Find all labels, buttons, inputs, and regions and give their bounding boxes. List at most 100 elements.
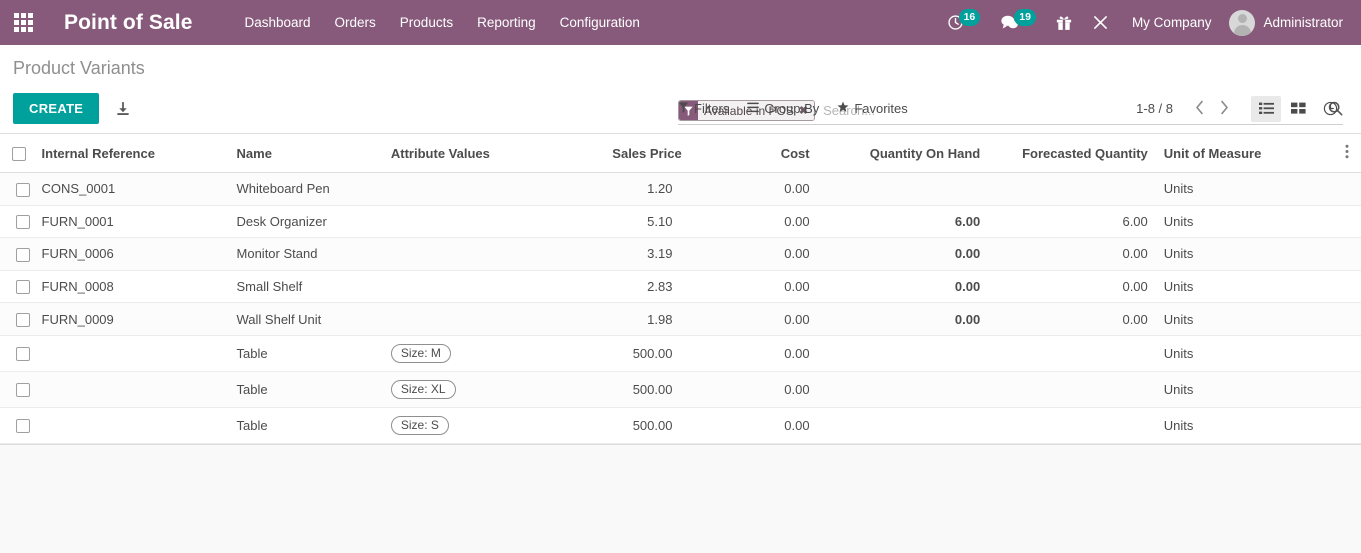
cell-name: Whiteboard Pen (228, 172, 383, 206)
checkbox-icon[interactable] (15, 312, 30, 327)
column-header-unit-of-measure[interactable]: Unit of Measure (1155, 134, 1339, 173)
app-brand-title[interactable]: Point of Sale (64, 11, 192, 35)
pager-and-views: 1-8 / 8 (1136, 95, 1345, 122)
table-row[interactable]: FURN_0006 Monitor Stand 3.19 0.00 0.00 0.00 Un… (0, 237, 1361, 271)
gift-icon (1056, 14, 1072, 31)
cell-unit-of-measure: Units (1155, 371, 1339, 408)
import-download-icon[interactable] (115, 101, 131, 117)
menu-item-configuration[interactable]: Configuration (548, 2, 652, 43)
cell-sales-price: 500.00 (604, 371, 681, 408)
cell-attribute-values: Size: S (382, 407, 605, 444)
row-checkbox-cell[interactable] (0, 270, 34, 304)
column-header-internal-reference[interactable]: Internal Reference (33, 134, 229, 173)
cell-internal-reference: CONS_0001 (33, 172, 229, 206)
gift-button[interactable] (1047, 0, 1081, 45)
checkbox-icon[interactable] (15, 419, 30, 434)
group-by-label: Group By (764, 101, 820, 116)
table-header: Internal Reference Name Attribute Values… (0, 134, 1361, 173)
column-header-forecasted-quantity[interactable]: Forecasted Quantity (988, 134, 1156, 173)
cell-sales-price: 500.00 (604, 335, 681, 372)
cell-sales-price: 5.10 (604, 205, 681, 239)
cell-internal-reference: FURN_0001 (33, 205, 229, 239)
row-checkbox-cell[interactable] (0, 407, 34, 444)
cell-quantity-on-hand: 6.00 (817, 205, 989, 239)
create-button[interactable]: CREATE (13, 93, 100, 124)
systray: 16 19 My Company Administrator (938, 0, 1361, 45)
cell-internal-reference (33, 371, 229, 408)
cell-unit-of-measure: Units (1155, 172, 1339, 206)
cell-forecasted-quantity (988, 335, 1156, 372)
column-header-name[interactable]: Name (228, 134, 383, 173)
vertical-dots-icon[interactable] (1338, 134, 1361, 173)
cell-cost: 0.00 (680, 205, 818, 239)
group-by-dropdown[interactable]: Group By (747, 101, 819, 116)
cell-internal-reference (33, 407, 229, 444)
row-checkbox-cell[interactable] (0, 335, 34, 372)
messages-count-badge: 19 (1014, 9, 1036, 26)
menu-item-reporting[interactable]: Reporting (465, 2, 548, 43)
user-menu[interactable]: Administrator (1225, 9, 1349, 36)
list-view-icon[interactable] (1251, 95, 1281, 122)
checkbox-icon[interactable] (15, 182, 30, 197)
cell-attribute-values (382, 205, 605, 239)
menu-item-products[interactable]: Products (388, 2, 465, 43)
control-panel-bottom-row: CREATE Filters Group By Favorites 1-8 / … (0, 85, 1361, 133)
username-label: Administrator (1263, 15, 1343, 30)
control-panel: Product Variants Available in POS ✖ CREA… (0, 45, 1361, 134)
menu-item-dashboard[interactable]: Dashboard (232, 2, 322, 43)
table-row[interactable]: FURN_0009 Wall Shelf Unit 1.98 0.00 0.00 0.00… (0, 302, 1361, 336)
checkbox-icon[interactable] (15, 347, 30, 362)
cell-sales-price: 3.19 (604, 237, 681, 271)
checkbox-icon[interactable] (15, 383, 30, 398)
menu-item-orders[interactable]: Orders (323, 2, 388, 43)
row-checkbox-cell[interactable] (0, 371, 34, 408)
list-view: Internal Reference Name Attribute Values… (0, 134, 1361, 445)
row-checkbox-cell[interactable] (0, 172, 34, 206)
cell-spacer (1338, 237, 1361, 271)
cell-cost: 0.00 (680, 270, 818, 304)
cell-name: Table (228, 371, 383, 408)
checkbox-icon[interactable] (12, 146, 26, 161)
filters-dropdown[interactable]: Filters (678, 101, 729, 116)
table-row[interactable]: CONS_0001 Whiteboard Pen 1.20 0.00 Units (0, 172, 1361, 206)
activity-clock-view-icon[interactable] (1315, 96, 1345, 122)
favorites-label: Favorites (854, 101, 908, 116)
cell-spacer (1338, 172, 1361, 206)
checkbox-icon[interactable] (15, 215, 30, 230)
table-row[interactable]: Table Size: S 500.00 0.00 Units (0, 407, 1361, 444)
column-header-cost[interactable]: Cost (680, 134, 818, 173)
pager-previous-button[interactable] (1187, 98, 1212, 120)
activities-button[interactable]: 16 (938, 0, 990, 45)
row-checkbox-cell[interactable] (0, 302, 34, 336)
column-header-sales-price[interactable]: Sales Price (604, 134, 682, 173)
favorites-dropdown[interactable]: Favorites (837, 101, 908, 116)
company-switcher[interactable]: My Company (1120, 15, 1224, 30)
pager-next-button[interactable] (1212, 98, 1237, 120)
checkbox-icon[interactable] (15, 247, 30, 262)
messages-button[interactable]: 19 (991, 0, 1045, 45)
cell-internal-reference: FURN_0008 (33, 270, 229, 304)
search-dropdowns: Filters Group By Favorites (678, 101, 908, 116)
row-checkbox-cell[interactable] (0, 237, 34, 271)
kanban-view-icon[interactable] (1283, 96, 1313, 122)
table-row[interactable]: FURN_0001 Desk Organizer 5.10 0.00 6.00 6.00 U… (0, 205, 1361, 239)
cell-quantity-on-hand: 0.00 (817, 270, 989, 304)
debug-tools-button[interactable] (1083, 0, 1118, 45)
table-row[interactable]: Table Size: XL 500.00 0.00 Units (0, 371, 1361, 408)
checkbox-icon[interactable] (15, 280, 30, 295)
column-header-attribute-values[interactable]: Attribute Values (382, 134, 605, 173)
column-header-quantity-on-hand[interactable]: Quantity On Hand (817, 134, 989, 173)
apps-menu-button[interactable] (0, 0, 46, 45)
cell-spacer (1338, 205, 1361, 239)
table-row[interactable]: FURN_0008 Small Shelf 2.83 0.00 0.00 0.00 Unit… (0, 270, 1361, 304)
attribute-chip: Size: M (390, 343, 451, 363)
avatar (1229, 9, 1256, 36)
select-all-header[interactable] (0, 134, 34, 173)
cell-name: Monitor Stand (228, 237, 383, 271)
row-checkbox-cell[interactable] (0, 205, 34, 239)
cell-cost: 0.00 (680, 335, 818, 372)
cell-quantity-on-hand (817, 407, 989, 444)
cell-spacer (1338, 335, 1361, 372)
cell-quantity-on-hand (817, 172, 989, 206)
table-row[interactable]: Table Size: M 500.00 0.00 Units (0, 335, 1361, 372)
